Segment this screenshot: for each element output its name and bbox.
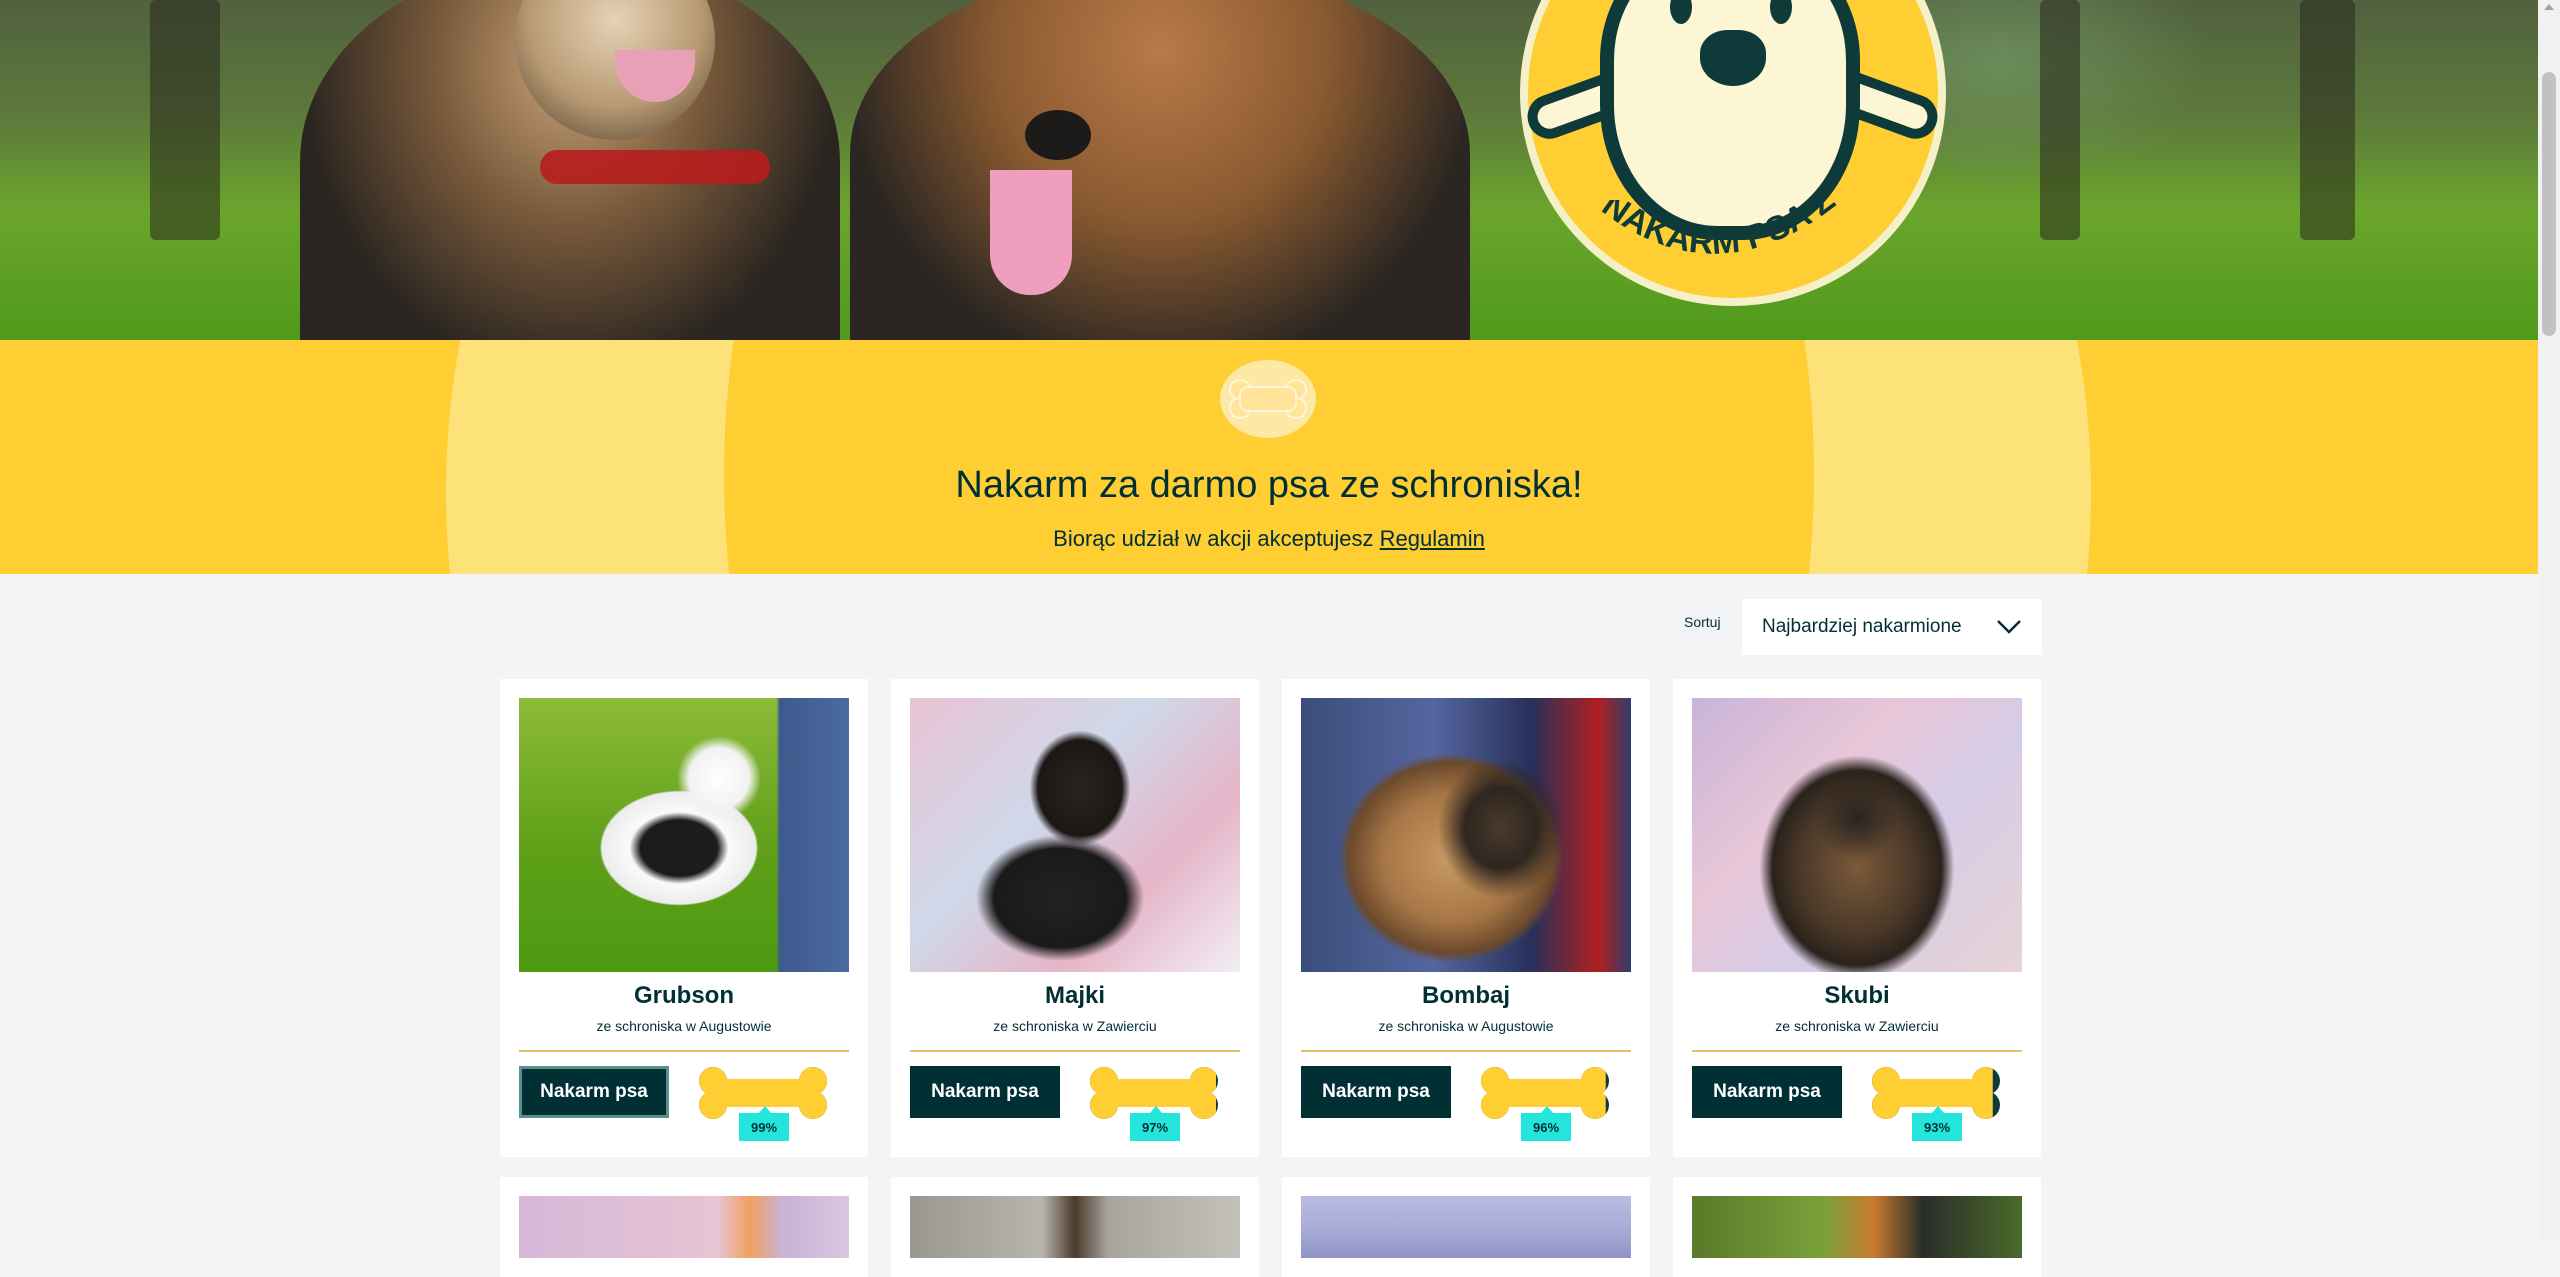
hero-dog-right [850,0,1470,340]
dog-card [1673,1177,2041,1277]
dog-shelter: ze schroniska w Zawierciu [993,1018,1157,1034]
hero-dog-collar [540,150,770,184]
card-divider [1301,1050,1631,1052]
dog-photo[interactable] [519,1196,849,1258]
hero-banner: NAKARM PSA Z OLX [0,0,2538,340]
card-divider [1692,1050,2022,1052]
logo-text: NAKARM PSA Z OLX [1580,200,1870,262]
sort-dropdown[interactable]: Najbardziej nakarmione [1742,599,2042,655]
page-scrollbar[interactable] [2538,0,2560,1239]
fed-percent-badge: 93% [1912,1106,1962,1141]
dog-photo[interactable] [1692,1196,2022,1258]
dog-card: Majki ze schroniska w Zawierciu Nakarm p… [891,679,1259,1157]
svg-text:NAKARM PSA Z OLX: NAKARM PSA Z OLX [1580,200,1870,262]
hero-dog-right-tongue [990,170,1072,295]
tree-trunk [2040,0,2080,240]
scroll-up-arrow-icon[interactable] [2544,4,2554,10]
terms-notice: Biorąc udział w akcji akceptujesz Regula… [0,526,2538,552]
dog-card: Bombaj ze schroniska w Augustowie Nakarm… [1282,679,1650,1157]
fed-percent-badge: 97% [1130,1106,1180,1141]
dog-card: Grubson ze schroniska w Augustowie Nakar… [500,679,868,1157]
logo-nose [1700,30,1766,86]
page-title: Nakarm za darmo psa ze schroniska! [955,464,1583,506]
dog-photo[interactable] [910,1196,1240,1258]
bone-icon [1220,360,1316,438]
terms-text: Biorąc udział w akcji akceptujesz [1053,526,1380,551]
feed-dog-button[interactable]: Nakarm psa [1692,1066,1842,1118]
scrollbar-thumb[interactable] [2542,72,2556,336]
hero-dog-right-nose [1025,110,1091,160]
sort-selected-value: Najbardziej nakarmione [1762,616,1962,637]
fed-percent-badge: 99% [739,1106,789,1141]
campaign-band: Nakarm za darmo psa ze schroniska! Biorą… [0,340,2538,574]
dog-photo[interactable] [519,698,849,972]
dog-card [891,1177,1259,1277]
dog-name: Grubson [634,982,734,1009]
dog-photo[interactable] [1301,1196,1631,1258]
feed-dog-button[interactable]: Nakarm psa [519,1066,669,1118]
dog-photo[interactable] [1301,698,1631,972]
dog-card: Skubi ze schroniska w Zawierciu Nakarm p… [1673,679,2041,1157]
dog-photo[interactable] [1692,698,2022,972]
tree-trunk [2300,0,2355,240]
chevron-down-icon [1997,620,2021,634]
tree-trunk [150,0,220,240]
dog-shelter: ze schroniska w Zawierciu [1775,1018,1939,1034]
regulamin-link[interactable]: Regulamin [1380,526,1485,551]
feed-dog-button[interactable]: Nakarm psa [1301,1066,1451,1118]
dog-name: Majki [1044,982,1106,1009]
fed-percent-badge: 96% [1521,1106,1571,1141]
dog-name: Skubi [1824,982,1890,1009]
dog-name: Bombaj [1421,982,1510,1009]
dog-shelter: ze schroniska w Augustowie [596,1018,772,1034]
card-divider [910,1050,1240,1052]
sort-label: Sortuj [1684,614,1721,630]
feed-dog-button[interactable]: Nakarm psa [910,1066,1060,1118]
dog-shelter: ze schroniska w Augustowie [1378,1018,1554,1034]
dog-card [1282,1177,1650,1277]
card-divider [519,1050,849,1052]
dog-photo[interactable] [910,698,1240,972]
dog-card [500,1177,868,1277]
